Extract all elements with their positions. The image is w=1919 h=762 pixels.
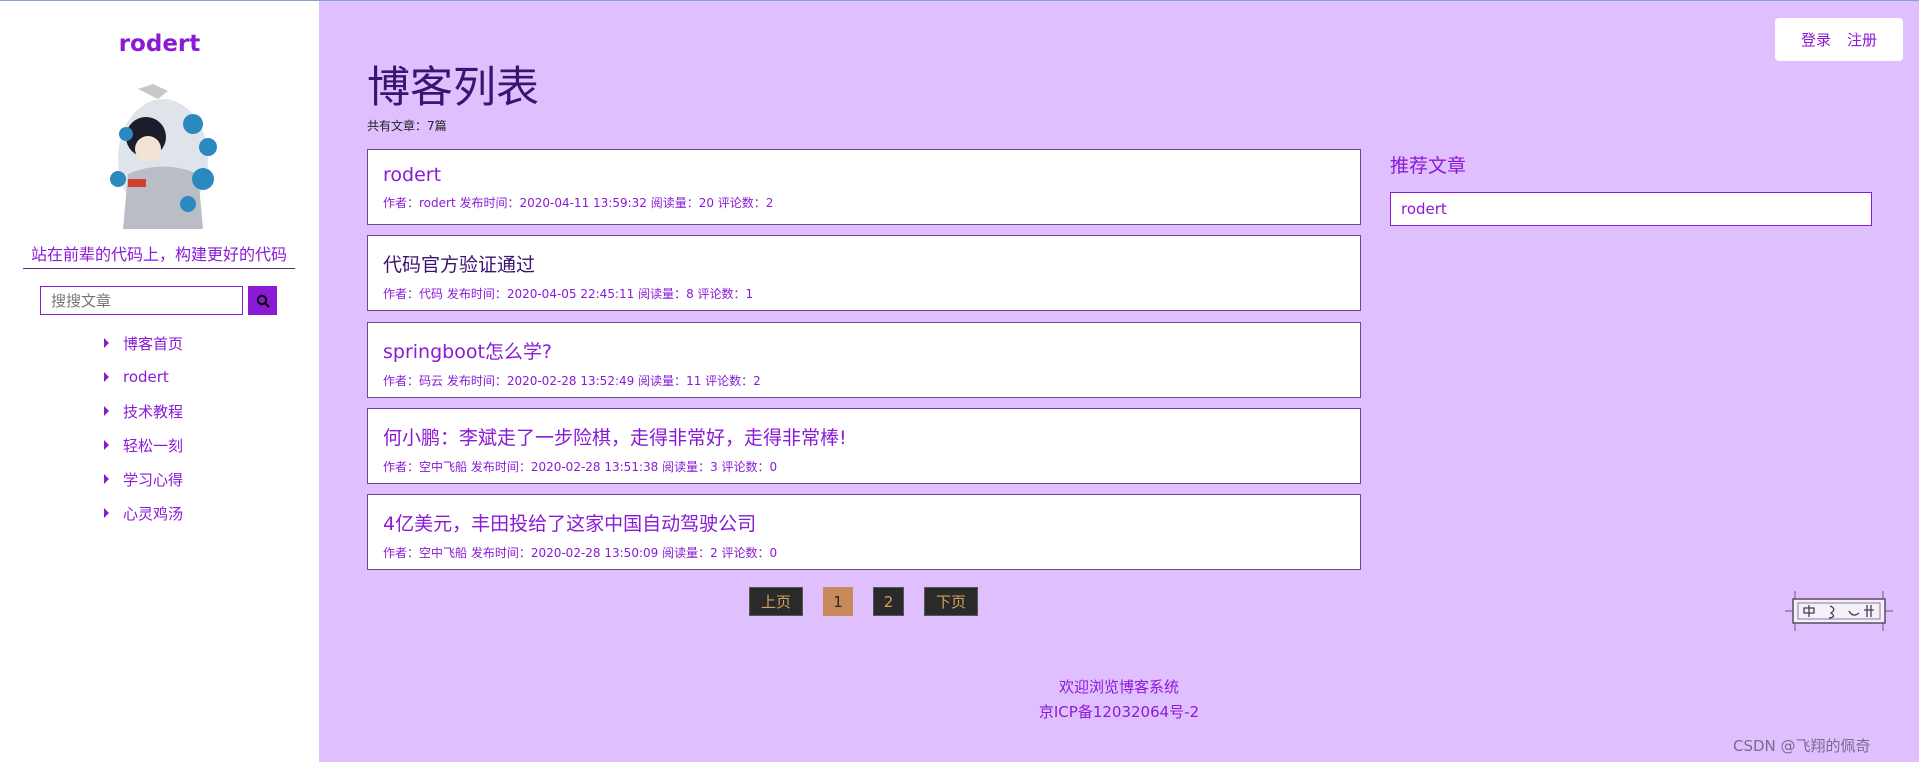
article-meta: 作者：空中飞船 发布时间：2020-02-28 13:50:09 阅读量：2 评… (383, 546, 778, 560)
caret-right-icon (104, 406, 109, 416)
article-card[interactable]: 何小鹏：李斌走了一步险棋，走得非常好，走得非常棒! 作者：空中飞船 发布时间：2… (367, 408, 1361, 484)
register-link[interactable]: 注册 (1847, 29, 1877, 50)
search-input[interactable] (40, 286, 243, 315)
sidebar-item-label: rodert (123, 368, 169, 386)
article-meta: 作者：代码 发布时间：2020-04-05 22:45:11 阅读量：8 评论数… (383, 287, 754, 301)
article-meta: 作者：码云 发布时间：2020-02-28 13:52:49 阅读量：11 评论… (383, 374, 761, 388)
article-card[interactable]: rodert 作者：rodert 发布时间：2020-04-11 13:59:3… (367, 149, 1361, 225)
article-title[interactable]: 何小鹏：李斌走了一步险棋，走得非常好，走得非常棒! (383, 423, 1345, 450)
sidebar: rodert 站在前辈的代码上，构建更好的代码 博客首页 rodert 技术教程… (0, 1, 319, 762)
sidebar-item-learning[interactable]: 学习心得 (104, 462, 183, 496)
motto: 站在前辈的代码上，构建更好的代码 (23, 241, 295, 269)
sidebar-item-label: 技术教程 (123, 402, 184, 421)
sidebar-item-label: 轻松一刻 (123, 436, 184, 455)
article-title[interactable]: springboot怎么学? (383, 337, 1345, 364)
recommend-heading: 推荐文章 (1390, 155, 1467, 177)
auth-box: 登录 注册 (1775, 18, 1903, 61)
next-page-button[interactable]: 下页 (924, 587, 978, 616)
caret-right-icon (104, 474, 109, 484)
footer-icp[interactable]: 京ICP备12032064号-2 (319, 701, 1919, 722)
sidebar-item-relax[interactable]: 轻松一刻 (104, 428, 183, 462)
watermark: CSDN @飞翔的佩奇 (1733, 737, 1871, 755)
sidebar-item-tutorials[interactable]: 技术教程 (104, 394, 183, 428)
page-title: 博客列表 (367, 63, 539, 113)
search-button[interactable] (248, 286, 277, 315)
article-card[interactable]: 代码官方验证通过 作者：代码 发布时间：2020-04-05 22:45:11 … (367, 235, 1361, 311)
article-card[interactable]: 4亿美元，丰田投给了这家中国自动驾驶公司 作者：空中飞船 发布时间：2020-0… (367, 494, 1361, 570)
article-title[interactable]: 4亿美元，丰田投给了这家中国自动驾驶公司 (383, 509, 1345, 536)
article-count: 共有文章：7篇 (367, 119, 447, 133)
site-name[interactable]: rodert (0, 31, 319, 57)
caret-right-icon (104, 508, 109, 518)
page-1-button[interactable]: 1 (823, 587, 853, 616)
caret-right-icon (104, 440, 109, 450)
prev-page-button[interactable]: 上页 (749, 587, 803, 616)
login-link[interactable]: 登录 (1801, 29, 1831, 50)
page-2-button[interactable]: 2 (873, 587, 904, 616)
recommend-item[interactable]: rodert (1390, 192, 1872, 226)
search-icon (256, 294, 270, 308)
caret-right-icon (104, 338, 109, 348)
article-meta: 作者：rodert 发布时间：2020-04-11 13:59:32 阅读量：2… (383, 196, 774, 210)
footer-welcome: 欢迎浏览博客系统 (1058, 678, 1179, 696)
caret-right-icon (104, 372, 109, 382)
sidebar-nav: 博客首页 rodert 技术教程 轻松一刻 学习心得 心灵鸡汤 (104, 326, 183, 530)
sidebar-item-rodert[interactable]: rodert (104, 360, 183, 394)
sidebar-item-label: 学习心得 (123, 470, 184, 489)
article-title[interactable]: 代码官方验证通过 (383, 250, 1345, 277)
sidebar-item-home[interactable]: 博客首页 (104, 326, 183, 360)
avatar (88, 79, 238, 229)
article-meta: 作者：空中飞船 发布时间：2020-02-28 13:51:38 阅读量：3 评… (383, 460, 778, 474)
sidebar-item-label: 博客首页 (123, 334, 184, 353)
article-title[interactable]: rodert (383, 164, 1345, 186)
sidebar-item-label: 心灵鸡汤 (123, 504, 184, 523)
article-card[interactable]: springboot怎么学? 作者：码云 发布时间：2020-02-28 13:… (367, 322, 1361, 398)
sidebar-item-inspiration[interactable]: 心灵鸡汤 (104, 496, 183, 530)
chinese-text-stamp (1785, 591, 1893, 631)
